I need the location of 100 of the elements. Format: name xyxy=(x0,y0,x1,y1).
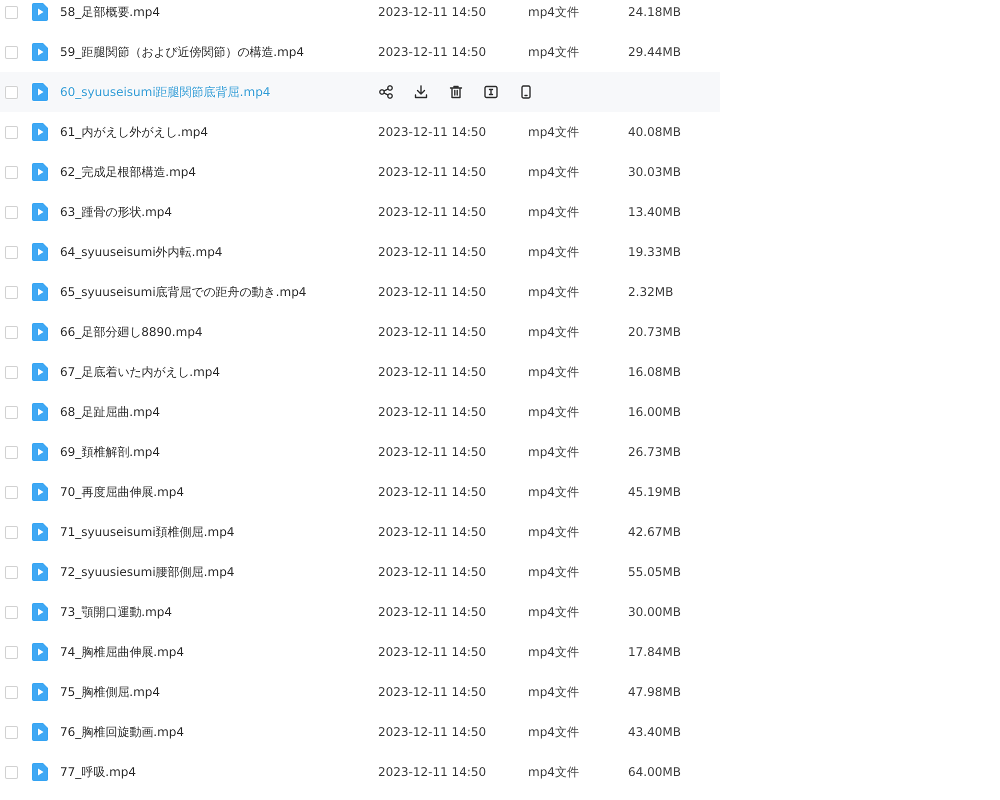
checkbox[interactable] xyxy=(5,726,18,738)
file-row[interactable]: 63_踵骨の形状.mp4 2023-12-11 14:50 mp4文件 13.40MB xyxy=(0,192,720,232)
modified-date: 2023-12-11 14:50 xyxy=(378,325,488,339)
file-type: mp4文件 xyxy=(528,404,580,420)
file-name[interactable]: 67_足底着いた内がえし.mp4 xyxy=(60,364,378,380)
file-size: 24.18MB xyxy=(628,5,682,19)
video-file-icon xyxy=(32,123,48,141)
modified-date: 2023-12-11 14:50 xyxy=(378,565,488,579)
file-size: 19.33MB xyxy=(628,245,682,259)
file-row[interactable]: 65_syuuseisumi底背屈での距舟の動き.mp4 2023-12-11 14:50 mp4文件 2.32MB xyxy=(0,272,720,312)
video-file-icon xyxy=(32,683,48,701)
file-row[interactable]: 59_距腿関節（および近傍関節）の構造.mp4 2023-12-11 14:50 mp4文件 29.44MB xyxy=(0,32,720,72)
checkbox[interactable] xyxy=(5,246,18,258)
file-type: mp4文件 xyxy=(528,4,580,20)
file-name[interactable]: 73_顎開口運動.mp4 xyxy=(60,604,378,620)
video-file-icon xyxy=(32,603,48,621)
file-row[interactable]: 66_足部分廻し8890.mp4 2023-12-11 14:50 mp4文件 20.73MB xyxy=(0,312,720,352)
file-name[interactable]: 58_足部概要.mp4 xyxy=(60,4,378,20)
checkbox[interactable] xyxy=(5,486,18,498)
modified-date: 2023-12-11 14:50 xyxy=(378,285,488,299)
file-type: mp4文件 xyxy=(528,724,580,740)
file-size: 16.00MB xyxy=(628,405,682,419)
file-name[interactable]: 69_頚椎解剖.mp4 xyxy=(60,444,378,460)
file-row[interactable]: 71_syuuseisumi頚椎側屈.mp4 2023-12-11 14:50 mp4文件 42.67MB xyxy=(0,512,720,552)
file-row[interactable]: 58_足部概要.mp4 2023-12-11 14:50 mp4文件 24.18MB xyxy=(0,0,720,32)
file-name[interactable]: 66_足部分廻し8890.mp4 xyxy=(60,324,378,340)
video-file-icon xyxy=(32,723,48,741)
file-size: 29.44MB xyxy=(628,45,682,59)
file-name[interactable]: 71_syuuseisumi頚椎側屈.mp4 xyxy=(60,524,378,540)
video-file-icon xyxy=(32,3,48,21)
file-size: 64.00MB xyxy=(628,765,682,779)
checkbox[interactable] xyxy=(5,126,18,138)
checkbox[interactable] xyxy=(5,526,18,538)
modified-date: 2023-12-11 14:50 xyxy=(378,205,488,219)
checkbox[interactable] xyxy=(5,86,18,98)
checkbox[interactable] xyxy=(5,446,18,458)
file-row[interactable]: 73_顎開口運動.mp4 2023-12-11 14:50 mp4文件 30.00MB xyxy=(0,592,720,632)
checkbox[interactable] xyxy=(5,646,18,658)
video-file-icon xyxy=(32,523,48,541)
file-row[interactable]: 75_胸椎側屈.mp4 2023-12-11 14:50 mp4文件 47.98MB xyxy=(0,672,720,712)
modified-date: 2023-12-11 14:50 xyxy=(378,125,488,139)
file-row[interactable]: 69_頚椎解剖.mp4 2023-12-11 14:50 mp4文件 26.73MB xyxy=(0,432,720,472)
file-name[interactable]: 74_胸椎屈曲伸展.mp4 xyxy=(60,644,378,660)
file-row[interactable]: 70_再度屈曲伸展.mp4 2023-12-11 14:50 mp4文件 45.19MB xyxy=(0,472,720,512)
file-row[interactable]: 67_足底着いた内がえし.mp4 2023-12-11 14:50 mp4文件 16.08MB xyxy=(0,352,720,392)
checkbox[interactable] xyxy=(5,46,18,58)
modified-date: 2023-12-11 14:50 xyxy=(378,365,488,379)
file-row[interactable]: 77_呼吸.mp4 2023-12-11 14:50 mp4文件 64.00MB xyxy=(0,752,720,792)
checkbox[interactable] xyxy=(5,566,18,578)
file-row[interactable]: 64_syuuseisumi外内転.mp4 2023-12-11 14:50 mp4文件 19.33MB xyxy=(0,232,720,272)
share-icon[interactable] xyxy=(376,82,396,102)
video-file-icon xyxy=(32,323,48,341)
file-size: 2.32MB xyxy=(628,285,674,299)
video-file-icon xyxy=(32,403,48,421)
file-name[interactable]: 76_胸椎回旋動画.mp4 xyxy=(60,724,378,740)
file-row[interactable]: 72_syuusiesumi腰部側屈.mp4 2023-12-11 14:50 mp4文件 55.05MB xyxy=(0,552,720,592)
file-name[interactable]: 72_syuusiesumi腰部側屈.mp4 xyxy=(60,564,378,580)
video-file-icon xyxy=(32,163,48,181)
modified-date: 2023-12-11 14:50 xyxy=(378,685,488,699)
checkbox[interactable] xyxy=(5,366,18,378)
file-name[interactable]: 65_syuuseisumi底背屈での距舟の動き.mp4 xyxy=(60,284,378,300)
file-type: mp4文件 xyxy=(528,204,580,220)
file-type: mp4文件 xyxy=(528,644,580,660)
file-row[interactable]: 74_胸椎屈曲伸展.mp4 2023-12-11 14:50 mp4文件 17.84MB xyxy=(0,632,720,672)
file-name[interactable]: 62_完成足根部構造.mp4 xyxy=(60,164,378,180)
file-size: 45.19MB xyxy=(628,485,682,499)
file-name[interactable]: 75_胸椎側屈.mp4 xyxy=(60,684,378,700)
modified-date: 2023-12-11 14:50 xyxy=(378,445,488,459)
file-size: 43.40MB xyxy=(628,725,682,739)
file-size: 30.00MB xyxy=(628,605,682,619)
file-name[interactable]: 70_再度屈曲伸展.mp4 xyxy=(60,484,378,500)
modified-date: 2023-12-11 14:50 xyxy=(378,765,488,779)
file-row[interactable]: 61_内がえし外がえし.mp4 2023-12-11 14:50 mp4文件 40.08MB xyxy=(0,112,720,152)
file-type: mp4文件 xyxy=(528,364,580,380)
file-row[interactable]: 76_胸椎回旋動画.mp4 2023-12-11 14:50 mp4文件 43.40MB xyxy=(0,712,720,752)
modified-date: 2023-12-11 14:50 xyxy=(378,45,488,59)
file-name[interactable]: 68_足趾屈曲.mp4 xyxy=(60,404,378,420)
checkbox[interactable] xyxy=(5,406,18,418)
file-type: mp4文件 xyxy=(528,244,580,260)
file-name[interactable]: 63_踵骨の形状.mp4 xyxy=(60,204,378,220)
checkbox[interactable] xyxy=(5,606,18,618)
file-type: mp4文件 xyxy=(528,44,580,60)
checkbox[interactable] xyxy=(5,206,18,218)
file-name[interactable]: 64_syuuseisumi外内転.mp4 xyxy=(60,244,378,260)
file-row[interactable]: 62_完成足根部構造.mp4 2023-12-11 14:50 mp4文件 30.03MB xyxy=(0,152,720,192)
file-name[interactable]: 61_内がえし外がえし.mp4 xyxy=(60,124,378,140)
modified-date: 2023-12-11 14:50 xyxy=(378,525,488,539)
checkbox[interactable] xyxy=(5,326,18,338)
checkbox[interactable] xyxy=(5,766,18,778)
file-size: 40.08MB xyxy=(628,125,682,139)
file-row[interactable]: 68_足趾屈曲.mp4 2023-12-11 14:50 mp4文件 16.00MB xyxy=(0,392,720,432)
file-name[interactable]: 77_呼吸.mp4 xyxy=(60,764,378,780)
file-name[interactable]: 59_距腿関節（および近傍関節）の構造.mp4 xyxy=(60,44,378,60)
checkbox[interactable] xyxy=(5,6,18,18)
file-type: mp4文件 xyxy=(528,524,580,540)
video-file-icon xyxy=(32,483,48,501)
modified-date: 2023-12-11 14:50 xyxy=(378,245,488,259)
checkbox[interactable] xyxy=(5,166,18,178)
checkbox[interactable] xyxy=(5,286,18,298)
checkbox[interactable] xyxy=(5,686,18,698)
